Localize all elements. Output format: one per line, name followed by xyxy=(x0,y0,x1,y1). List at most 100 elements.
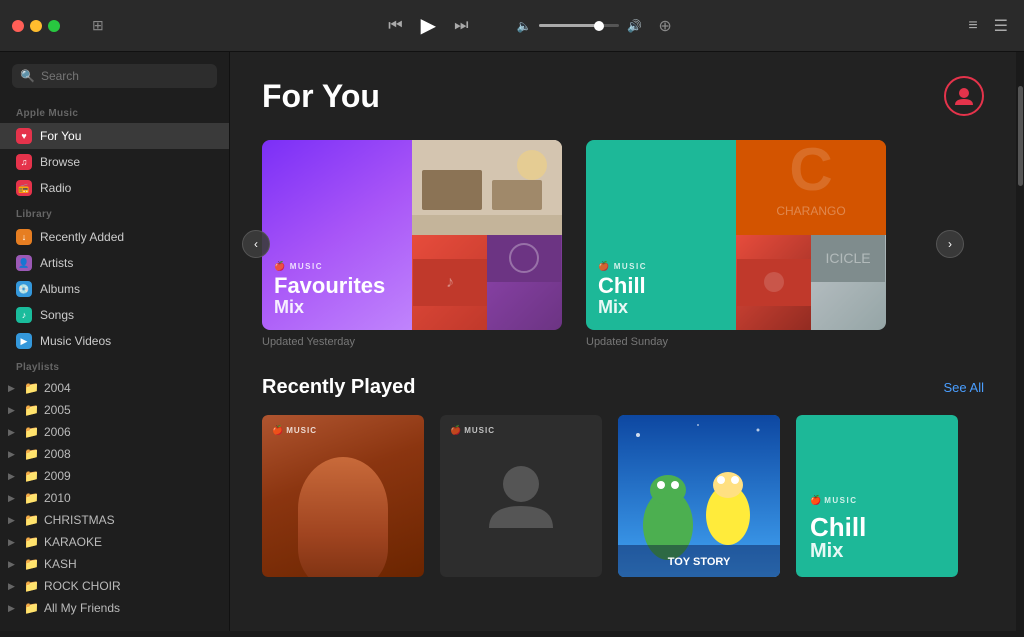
folder-icon-2010: 📁 xyxy=(24,491,40,505)
playlists-section-label: Playlists xyxy=(0,354,229,377)
sidebar-item-browse[interactable]: ♫ Browse xyxy=(0,149,229,175)
sidebar-item-for-you[interactable]: ♥ For You xyxy=(0,123,229,149)
playlist-name-2006: 2006 xyxy=(44,425,71,439)
playlist-item-karaoke[interactable]: ▶ 📁 KARAOKE xyxy=(0,531,229,553)
chill-mix-updated: Updated Sunday xyxy=(586,336,886,348)
volume-bar[interactable] xyxy=(539,24,619,27)
next-button[interactable]: ⏭ xyxy=(446,13,476,39)
volume-control[interactable]: 🔈 🔊 xyxy=(516,19,642,33)
folder-icon-christmas: 📁 xyxy=(24,513,40,527)
svg-text:♪: ♪ xyxy=(446,274,454,291)
maximize-button[interactable] xyxy=(48,20,60,32)
artists-icon: 👤 xyxy=(16,255,32,271)
music-videos-icon: ▶ xyxy=(16,333,32,349)
recently-played-header: Recently Played See All xyxy=(262,376,984,399)
playlist-item-2004[interactable]: ▶ 📁 2004 xyxy=(0,377,229,399)
folder-icon-all-my-friends: 📁 xyxy=(24,601,40,615)
fav-mix-updated: Updated Yesterday xyxy=(262,336,562,348)
list-icon[interactable]: ☰ xyxy=(990,12,1012,40)
prev-mix-button[interactable]: ‹ xyxy=(242,230,270,258)
sidebar-item-songs[interactable]: ♪ Songs xyxy=(0,302,229,328)
playlist-item-2010[interactable]: ▶ 📁 2010 xyxy=(0,487,229,509)
playlist-name-all-my-friends: All My Friends xyxy=(44,601,120,615)
chill-mix-tr: C CHARANGO xyxy=(736,140,886,235)
rp-card-3[interactable]: TOY STORY xyxy=(618,415,780,577)
recently-played-row: 🍎MUSIC 🍎MUSIC xyxy=(262,415,984,577)
playlist-item-2005[interactable]: ▶ 📁 2005 xyxy=(0,399,229,421)
svg-text:ICICLE: ICICLE xyxy=(825,250,870,266)
profile-icon xyxy=(953,85,975,107)
sidebar-item-albums[interactable]: 💿 Albums xyxy=(0,276,229,302)
sidebar-item-radio[interactable]: 📻 Radio xyxy=(0,175,229,201)
music-videos-label: Music Videos xyxy=(40,334,111,348)
songs-label: Songs xyxy=(40,308,74,322)
recently-added-label: Recently Added xyxy=(40,230,124,244)
playlist-arrow-2004: ▶ xyxy=(8,383,20,394)
chill-small-1 xyxy=(736,235,811,330)
playlist-name-karaoke: KARAOKE xyxy=(44,535,102,549)
playlist-item-2006[interactable]: ▶ 📁 2006 xyxy=(0,421,229,443)
favourites-mix-grid: 🍎 MUSIC Favourites Mix xyxy=(262,140,562,330)
playlist-name-kash: KASH xyxy=(44,557,77,571)
albums-icon: 💿 xyxy=(16,281,32,297)
library-section-label: Library xyxy=(0,201,229,224)
playlist-arrow-kash: ▶ xyxy=(8,559,20,570)
search-box[interactable]: 🔍 xyxy=(12,64,217,88)
recently-played-title: Recently Played xyxy=(262,376,415,399)
playlist-name-2008: 2008 xyxy=(44,447,71,461)
person-silhouette xyxy=(481,456,561,536)
chill-mix-card[interactable]: 🍎 MUSIC Chill Mix xyxy=(586,140,886,348)
albums-label: Albums xyxy=(40,282,80,296)
chill-mix-subtitle: Mix xyxy=(598,297,724,318)
rp-card-4-art: 🍎 MUSIC Chill Mix xyxy=(796,415,958,577)
play-button[interactable]: ▶ xyxy=(411,9,446,42)
playlist-item-rock-choir[interactable]: ▶ 📁 ROCK CHOIR xyxy=(0,575,229,597)
playlist-name-christmas: CHRISTMAS xyxy=(44,513,115,527)
lyrics-icon[interactable]: ≡ xyxy=(964,13,981,39)
content-scrollbar[interactable] xyxy=(1016,52,1024,631)
folder-icon-2005: 📁 xyxy=(24,403,40,417)
sidebar: 🔍 Apple Music ♥ For You ♫ Browse 📻 xyxy=(0,52,230,631)
minimize-button[interactable] xyxy=(30,20,42,32)
close-button[interactable] xyxy=(12,20,24,32)
radio-label: Radio xyxy=(40,181,71,195)
playlist-item-all-my-friends[interactable]: ▶ 📁 All My Friends xyxy=(0,597,229,619)
folder-icon-kash: 📁 xyxy=(24,557,40,571)
profile-button[interactable] xyxy=(944,76,984,116)
rp-card-1[interactable]: 🍎MUSIC xyxy=(262,415,424,577)
playlist-item-2009[interactable]: ▶ 📁 2009 xyxy=(0,465,229,487)
sidebar-toggle[interactable]: ⊞ xyxy=(92,17,104,34)
playlist-item-2008[interactable]: ▶ 📁 2008 xyxy=(0,443,229,465)
fav-mix-br: ♪ xyxy=(412,235,562,330)
previous-button[interactable]: ⏮ xyxy=(380,13,410,39)
sidebar-item-recently-added[interactable]: ↓ Recently Added xyxy=(0,224,229,250)
rp-card-4[interactable]: 🍎 MUSIC Chill Mix xyxy=(796,415,958,577)
favourites-mix-card[interactable]: 🍎 MUSIC Favourites Mix xyxy=(262,140,562,348)
search-input[interactable] xyxy=(41,69,209,83)
playlist-arrow-all-my-friends: ▶ xyxy=(8,603,20,614)
playlist-arrow-2008: ▶ xyxy=(8,449,20,460)
playlist-arrow-2006: ▶ xyxy=(8,427,20,438)
playlist-arrow-2005: ▶ xyxy=(8,405,20,416)
see-all-link[interactable]: See All xyxy=(944,380,984,395)
toy-story-art: TOY STORY xyxy=(618,415,780,577)
playlist-item-christmas[interactable]: ▶ 📁 CHRISTMAS xyxy=(0,509,229,531)
fav-mix-tr-art xyxy=(412,140,562,235)
playlist-arrow-2009: ▶ xyxy=(8,471,20,482)
rp-chill-subtitle: Mix xyxy=(810,540,944,563)
sidebar-item-artists[interactable]: 👤 Artists xyxy=(0,250,229,276)
sidebar-item-music-videos[interactable]: ▶ Music Videos xyxy=(0,328,229,354)
chill-mix-main-tile: 🍎 MUSIC Chill Mix xyxy=(586,140,736,330)
volume-fill xyxy=(539,24,595,27)
fav-mix-main-tile: 🍎 MUSIC Favourites Mix xyxy=(262,140,412,330)
playlist-item-kash[interactable]: ▶ 📁 KASH xyxy=(0,553,229,575)
rp-card-2[interactable]: 🍎MUSIC xyxy=(440,415,602,577)
folder-icon-karaoke: 📁 xyxy=(24,535,40,549)
chill-mix-grid: 🍎 MUSIC Chill Mix xyxy=(586,140,886,330)
playlist-name-2005: 2005 xyxy=(44,403,71,417)
rp-card-2-art: 🍎MUSIC xyxy=(440,415,602,577)
titlebar-right-controls: ≡ ☰ xyxy=(964,12,1012,40)
scrollbar-thumb xyxy=(1018,86,1023,186)
next-mix-button[interactable]: › xyxy=(936,230,964,258)
for-you-label: For You xyxy=(40,129,81,143)
